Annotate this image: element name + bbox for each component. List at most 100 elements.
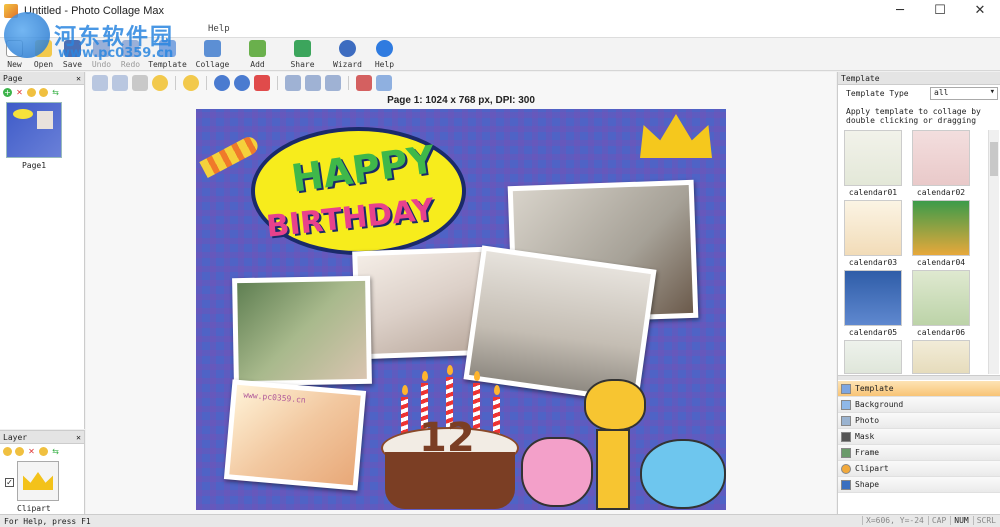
layer-panel: Layer ✕ ✕ ⇆ ✓ Clipart (0, 430, 85, 514)
category-mask[interactable]: Mask (838, 429, 1000, 445)
page-info: Page 1: 1024 x 768 px, DPI: 300 (387, 95, 535, 106)
bring-forward-icon[interactable] (152, 75, 168, 91)
page-thumbnail-label: Page1 (21, 161, 47, 170)
page-panel-title: Page (3, 73, 23, 83)
refresh-icon[interactable]: ⇆ (51, 88, 60, 97)
menu-help[interactable]: Help (208, 24, 230, 34)
template-item[interactable]: calendar01 (844, 130, 902, 197)
actual-size-icon[interactable] (112, 75, 128, 91)
collage-button[interactable]: Collage (190, 38, 235, 71)
wizard-button[interactable]: Wizard (325, 38, 370, 71)
category-background[interactable]: Background (838, 397, 1000, 413)
crown-clipart[interactable] (640, 114, 712, 158)
layer-visibility-checkbox[interactable]: ✓ (5, 478, 14, 487)
status-indicators: X=606, Y=-24 CAP NUM SCRL (862, 516, 996, 525)
mask-category-icon (841, 431, 851, 442)
template-item[interactable]: calendar03 (844, 200, 902, 267)
photo-category-icon (841, 415, 851, 426)
template-item[interactable]: calendar05 (844, 270, 902, 337)
cursor-coordinates: X=606, Y=-24 (862, 516, 924, 525)
template-description: Apply template to collage by double clic… (846, 107, 981, 125)
scrollbar-thumb[interactable] (990, 142, 998, 176)
party-horn-clipart[interactable] (199, 133, 261, 179)
delete-layer-icon[interactable]: ✕ (27, 447, 36, 456)
layer-panel-tools: ✕ ⇆ (0, 444, 84, 458)
scrl-indicator: SCRL (972, 516, 996, 525)
page-thumbnail[interactable] (6, 102, 62, 158)
layer-label: Clipart (17, 504, 51, 513)
template-item[interactable] (912, 340, 970, 374)
template-scrollbar[interactable] (988, 130, 999, 374)
remove-effect-icon[interactable] (356, 75, 372, 91)
photo-frame-5[interactable]: www.pc0359.cn (223, 379, 367, 491)
delete-page-icon[interactable]: ✕ (15, 88, 24, 97)
wizard-icon (339, 40, 356, 57)
rotate-right-icon[interactable] (214, 75, 230, 91)
close-button[interactable]: ✕ (960, 0, 1000, 21)
add-button[interactable]: Add (243, 38, 272, 71)
move-up-icon[interactable] (27, 87, 36, 97)
add-page-icon[interactable]: + (3, 87, 12, 97)
crop-icon[interactable] (132, 75, 148, 91)
template-item[interactable] (844, 340, 902, 374)
category-frame[interactable]: Frame (838, 445, 1000, 461)
rotate-left-icon[interactable] (234, 75, 250, 91)
layer-refresh-icon[interactable]: ⇆ (51, 447, 60, 456)
collage-canvas[interactable]: HAPPY BIRTHDAY www.pc0359.cn 12 (196, 109, 726, 510)
add-image-icon (249, 40, 266, 57)
template-item[interactable]: calendar02 (912, 130, 970, 197)
template-item[interactable]: calendar04 (912, 200, 970, 267)
template-category-icon (841, 383, 851, 394)
site-watermark: 河东软件园 www.pc0359.cn (4, 12, 174, 61)
category-list: Template Background Photo Mask Frame Cli… (838, 381, 1000, 493)
page-panel: Page ✕ + ✕ ⇆ Page1 (0, 72, 85, 429)
collage-icon (204, 40, 221, 57)
panel-splitter[interactable] (838, 375, 1000, 380)
template-panel: Template Template Type all Apply templat… (837, 72, 1000, 514)
canvas-toolbar (86, 72, 836, 94)
page-panel-header: Page ✕ (0, 72, 84, 85)
category-clipart[interactable]: Clipart (838, 461, 1000, 477)
crown-clipart-icon (23, 472, 53, 490)
maximize-button[interactable]: ☐ (920, 0, 960, 21)
layer-panel-header: Layer ✕ (0, 431, 84, 444)
minimize-button[interactable]: ─ (880, 0, 920, 21)
cat-clipart[interactable] (521, 437, 593, 507)
birthday-cake-clipart[interactable]: 12 (381, 365, 519, 509)
shape-category-icon (841, 479, 851, 490)
category-photo[interactable]: Photo (838, 413, 1000, 429)
delete-item-icon[interactable] (254, 75, 270, 91)
dog-clipart[interactable] (640, 439, 726, 509)
clipart-category-icon (841, 463, 851, 474)
layer-up-icon[interactable] (3, 446, 12, 456)
layer-panel-close-button[interactable]: ✕ (76, 433, 81, 442)
template-panel-title: Template (838, 72, 1000, 85)
send-backward-icon[interactable] (183, 75, 199, 91)
move-down-icon[interactable] (39, 87, 48, 97)
page-panel-tools: + ✕ ⇆ (0, 85, 84, 99)
template-type-select[interactable]: all (930, 87, 998, 100)
template-item[interactable]: calendar06 (912, 270, 970, 337)
photo-3 (237, 280, 367, 382)
layer-thumbnail[interactable] (17, 461, 59, 501)
help-button[interactable]: Help (370, 38, 399, 71)
category-shape[interactable]: Shape (838, 477, 1000, 493)
status-bar: For Help, press F1 X=606, Y=-24 CAP NUM … (0, 514, 1000, 527)
layer-options-icon[interactable] (39, 446, 48, 456)
page-panel-close-button[interactable]: ✕ (76, 74, 81, 83)
fit-page-icon[interactable] (92, 75, 108, 91)
photo-4 (469, 251, 651, 398)
preview-icon[interactable] (376, 75, 392, 91)
cake-number-text: 12 (419, 415, 475, 461)
watermark-logo-icon (4, 12, 50, 58)
category-template[interactable]: Template (838, 381, 1000, 397)
size-icon[interactable] (325, 75, 341, 91)
watermark-url: www.pc0359.cn (58, 46, 174, 61)
help-icon (376, 40, 393, 57)
photo-frame-3[interactable] (232, 275, 372, 387)
align-icon[interactable] (285, 75, 301, 91)
distribute-icon[interactable] (305, 75, 321, 91)
share-button[interactable]: Share (280, 38, 325, 71)
layer-down-icon[interactable] (15, 446, 24, 456)
num-indicator: NUM (950, 516, 969, 525)
